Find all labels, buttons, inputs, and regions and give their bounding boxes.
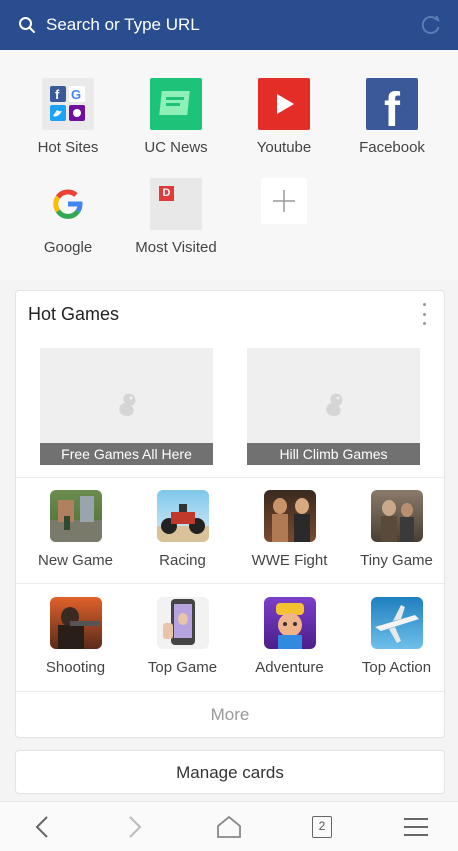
- menu-icon[interactable]: [386, 802, 446, 851]
- racing-icon: [156, 490, 209, 542]
- game-adventure[interactable]: Adventure: [236, 597, 343, 676]
- banner-hill-climb[interactable]: Hill Climb Games: [247, 348, 420, 465]
- top-action-icon: [370, 597, 423, 649]
- game-tiny-game[interactable]: Tiny Game: [343, 490, 450, 569]
- new-game-icon: [49, 490, 102, 542]
- uc-news-icon: [150, 78, 202, 130]
- address-bar[interactable]: Search or Type URL: [0, 0, 458, 50]
- banner-caption: Free Games All Here: [40, 443, 213, 465]
- most-visited-badge: D: [159, 186, 174, 201]
- game-label: Top Action: [361, 659, 432, 676]
- forward-icon[interactable]: [105, 802, 165, 851]
- squirrel-placeholder-icon: [320, 388, 348, 423]
- add-icon: [261, 178, 307, 224]
- back-icon[interactable]: [12, 802, 72, 851]
- hot-games-title: Hot Games: [28, 304, 120, 324]
- hot-games-card: Hot Games Free Games All Here Hill Climb…: [15, 290, 445, 738]
- game-new-game[interactable]: New Game: [22, 490, 129, 569]
- game-label: Top Game: [147, 659, 218, 676]
- dial-most-visited[interactable]: D Most Visited: [122, 178, 230, 256]
- search-icon: [16, 14, 38, 36]
- facebook-icon: f: [366, 78, 418, 130]
- dial-label: Google: [43, 239, 93, 256]
- manage-cards-button[interactable]: Manage cards: [15, 750, 445, 794]
- speed-dial: f G Hot Sites UC News Youtube f Facebook: [0, 50, 458, 280]
- game-shooting[interactable]: Shooting: [22, 597, 129, 676]
- squirrel-placeholder-icon: [113, 388, 141, 423]
- refresh-icon[interactable]: [418, 12, 444, 38]
- top-game-icon: [156, 597, 209, 649]
- dial-facebook[interactable]: f Facebook: [338, 78, 446, 156]
- dial-label: Most Visited: [135, 239, 217, 256]
- wwe-fight-icon: [263, 490, 316, 542]
- dial-label: Hot Sites: [37, 139, 99, 156]
- divider: [16, 583, 444, 584]
- svg-text:f: f: [55, 87, 60, 102]
- adventure-icon: [263, 597, 316, 649]
- banner-free-games[interactable]: Free Games All Here: [40, 348, 213, 465]
- bottom-toolbar: 2: [0, 801, 458, 851]
- game-label: WWE Fight: [251, 552, 328, 569]
- game-top-game[interactable]: Top Game: [129, 597, 236, 676]
- game-label: Shooting: [45, 659, 106, 676]
- dial-uc-news[interactable]: UC News: [122, 78, 230, 156]
- game-racing[interactable]: Racing: [129, 490, 236, 569]
- divider: [16, 477, 444, 478]
- url-input[interactable]: Search or Type URL: [46, 15, 418, 35]
- game-label: Racing: [159, 552, 206, 569]
- svg-text:f: f: [384, 84, 401, 128]
- game-label: Adventure: [255, 659, 324, 676]
- game-wwe-fight[interactable]: WWE Fight: [236, 490, 343, 569]
- dial-hot-sites[interactable]: f G Hot Sites: [14, 78, 122, 156]
- tab-count-badge: 2: [312, 816, 332, 838]
- dial-add[interactable]: [230, 178, 338, 224]
- hot-sites-icon: f G: [42, 78, 94, 130]
- dial-label: Youtube: [256, 139, 312, 156]
- youtube-icon: [258, 78, 310, 130]
- tiny-game-icon: [370, 490, 423, 542]
- dial-google[interactable]: Google: [14, 178, 122, 256]
- more-games-button[interactable]: More: [16, 692, 444, 737]
- google-icon: [42, 178, 94, 230]
- svg-text:G: G: [71, 87, 81, 102]
- most-visited-icon: D: [150, 178, 202, 230]
- shooting-icon: [49, 597, 102, 649]
- dial-label: Facebook: [359, 139, 425, 156]
- tabs-button[interactable]: 2: [292, 802, 352, 851]
- dial-label: UC News: [144, 139, 208, 156]
- home-icon[interactable]: [199, 802, 259, 851]
- game-label: New Game: [37, 552, 114, 569]
- dial-youtube[interactable]: Youtube: [230, 78, 338, 156]
- banner-caption: Hill Climb Games: [247, 443, 420, 465]
- game-top-action[interactable]: Top Action: [343, 597, 450, 676]
- game-label: Tiny Game: [360, 552, 433, 569]
- more-options-icon[interactable]: [420, 303, 428, 325]
